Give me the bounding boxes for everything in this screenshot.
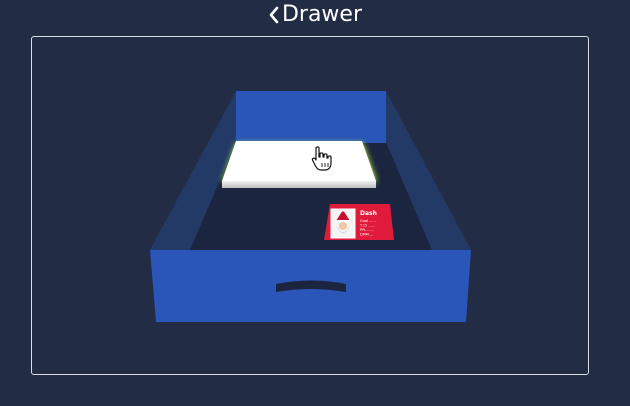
id-card[interactable]: Dash Goal ...... T.12 ...... PPL ...... … [324, 204, 394, 240]
card-line-1: Goal ...... [360, 219, 376, 223]
card-line-4: DMM ... [360, 233, 373, 237]
drawer-back-wall [236, 91, 386, 143]
card-name: Dash [360, 210, 377, 217]
card-line-3: PPL ...... [360, 228, 374, 232]
drawer-scene: Dash Goal ...... T.12 ...... PPL ...... … [150, 91, 471, 322]
card-line-2: T.12 ...... [359, 224, 375, 228]
drawer-screen: Drawer Dash Goal ...... T.12 ...... PPL … [0, 0, 630, 406]
card-portrait [330, 208, 356, 239]
paper-sheet[interactable] [222, 141, 376, 188]
